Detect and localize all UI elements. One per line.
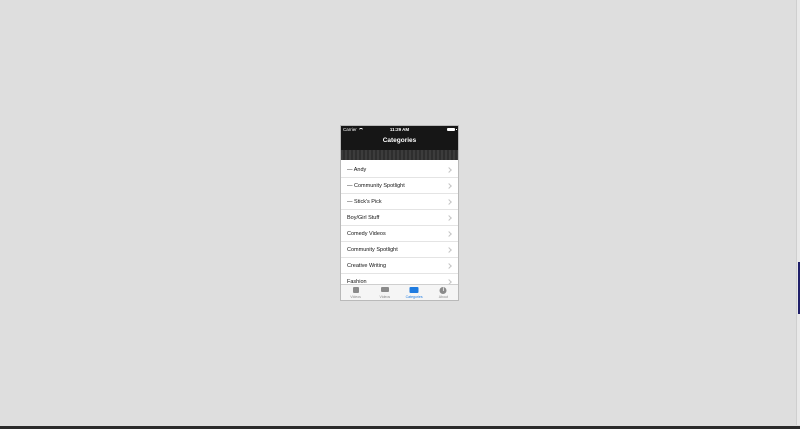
chevron-right-icon	[446, 215, 452, 221]
tab-about[interactable]: i About	[429, 285, 458, 300]
list-item[interactable]: — Stick's Pick	[341, 194, 458, 210]
list-item-label: Comedy Videos	[347, 231, 386, 237]
list-item[interactable]: Boy/Girl Stuff	[341, 210, 458, 226]
chevron-right-icon	[446, 263, 452, 269]
list-item[interactable]: — Andy	[341, 162, 458, 178]
list-item-label: Community Spotlight	[347, 247, 398, 253]
tab-label: Videos	[379, 295, 391, 299]
book-icon	[352, 287, 359, 293]
status-time: 11:29 AM	[389, 127, 410, 132]
folder-icon	[409, 287, 419, 293]
tab-videos-2[interactable]: Videos	[370, 285, 399, 300]
chevron-right-icon	[446, 247, 452, 253]
list-item[interactable]: Creative Writing	[341, 258, 458, 274]
list-item-label: — Community Spotlight	[347, 183, 405, 189]
chevron-right-icon	[446, 183, 452, 189]
category-list: — Andy — Community Spotlight — Stick's P…	[341, 162, 458, 286]
battery-icon	[447, 128, 457, 131]
desktop-background: Carrier 11:29 AM Categories — Andy — Com…	[0, 0, 800, 429]
chevron-right-icon	[446, 231, 452, 237]
list-item[interactable]: — Community Spotlight	[341, 178, 458, 194]
list-item[interactable]: Community Spotlight	[341, 242, 458, 258]
list-item-label: — Stick's Pick	[347, 199, 382, 205]
tab-bar: Videos Videos Categories i About	[341, 284, 458, 300]
window-right-edge	[796, 0, 800, 425]
chevron-right-icon	[446, 199, 452, 205]
info-icon: i	[439, 287, 447, 294]
tab-label: About	[438, 295, 448, 299]
simulator-screen: Carrier 11:29 AM Categories — Andy — Com…	[340, 125, 459, 301]
tab-label: Videos	[350, 295, 361, 299]
page-title: Categories	[382, 137, 417, 144]
header-pattern-strip	[341, 150, 458, 160]
list-item-label: — Andy	[347, 167, 367, 173]
chevron-right-icon	[446, 167, 452, 173]
list-item-label: Creative Writing	[347, 263, 387, 269]
tab-categories[interactable]: Categories	[400, 285, 429, 300]
status-bar: Carrier 11:29 AM	[341, 126, 458, 134]
list-item-label: Boy/Girl Stuff	[347, 215, 380, 221]
speech-bubble-icon	[380, 287, 389, 292]
list-item[interactable]: Comedy Videos	[341, 226, 458, 242]
navigation-bar: Carrier 11:29 AM Categories	[341, 126, 458, 150]
tab-label: Categories	[405, 295, 423, 299]
tab-videos[interactable]: Videos	[341, 285, 370, 300]
